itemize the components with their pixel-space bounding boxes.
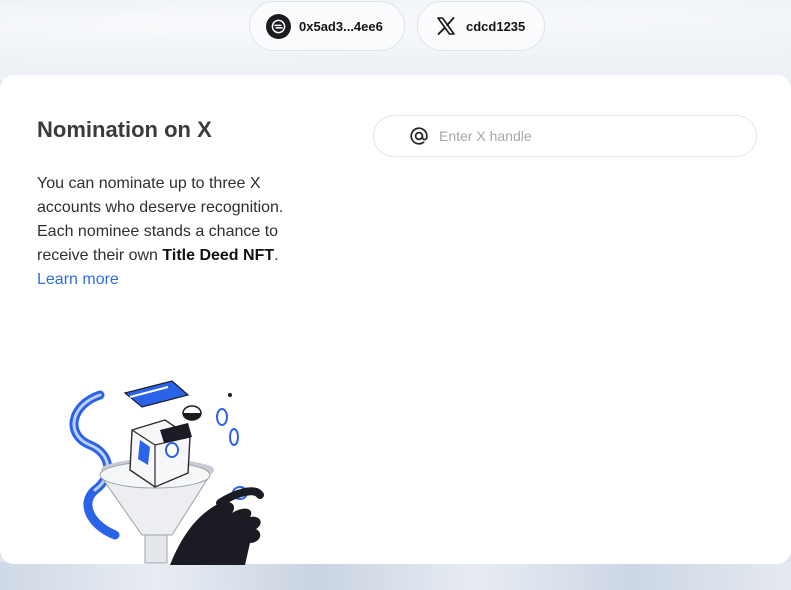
x-handle-input[interactable] (439, 128, 719, 144)
description-line-1: You can nominate up to three X accounts … (37, 175, 284, 216)
description-line-2: Each nominee stands a chance to receive … (37, 220, 287, 268)
x-logo-icon (436, 16, 456, 36)
description-line-2-suffix: . (274, 247, 279, 264)
nomination-card: Nomination on X You can nominate up to t… (0, 75, 791, 565)
at-icon (409, 126, 429, 146)
title-deed-nft-text: Title Deed NFT (162, 247, 275, 264)
page-title: Nomination on X (37, 117, 212, 142)
box-funnel-illustration (69, 380, 264, 565)
wallet-address: 0x5ad3...4ee6 (299, 18, 383, 34)
x-account-pill[interactable]: cdcd1235 (417, 1, 545, 51)
nomination-description: You can nominate up to three X accounts … (37, 172, 287, 292)
learn-more-link[interactable]: Learn more (37, 268, 119, 292)
x-handle-field[interactable] (373, 115, 757, 157)
page-background-bottom (0, 562, 791, 590)
x-handle: cdcd1235 (466, 18, 526, 34)
wallet-pill[interactable]: 0x5ad3...4ee6 (249, 1, 405, 51)
wallet-icon (266, 13, 291, 39)
